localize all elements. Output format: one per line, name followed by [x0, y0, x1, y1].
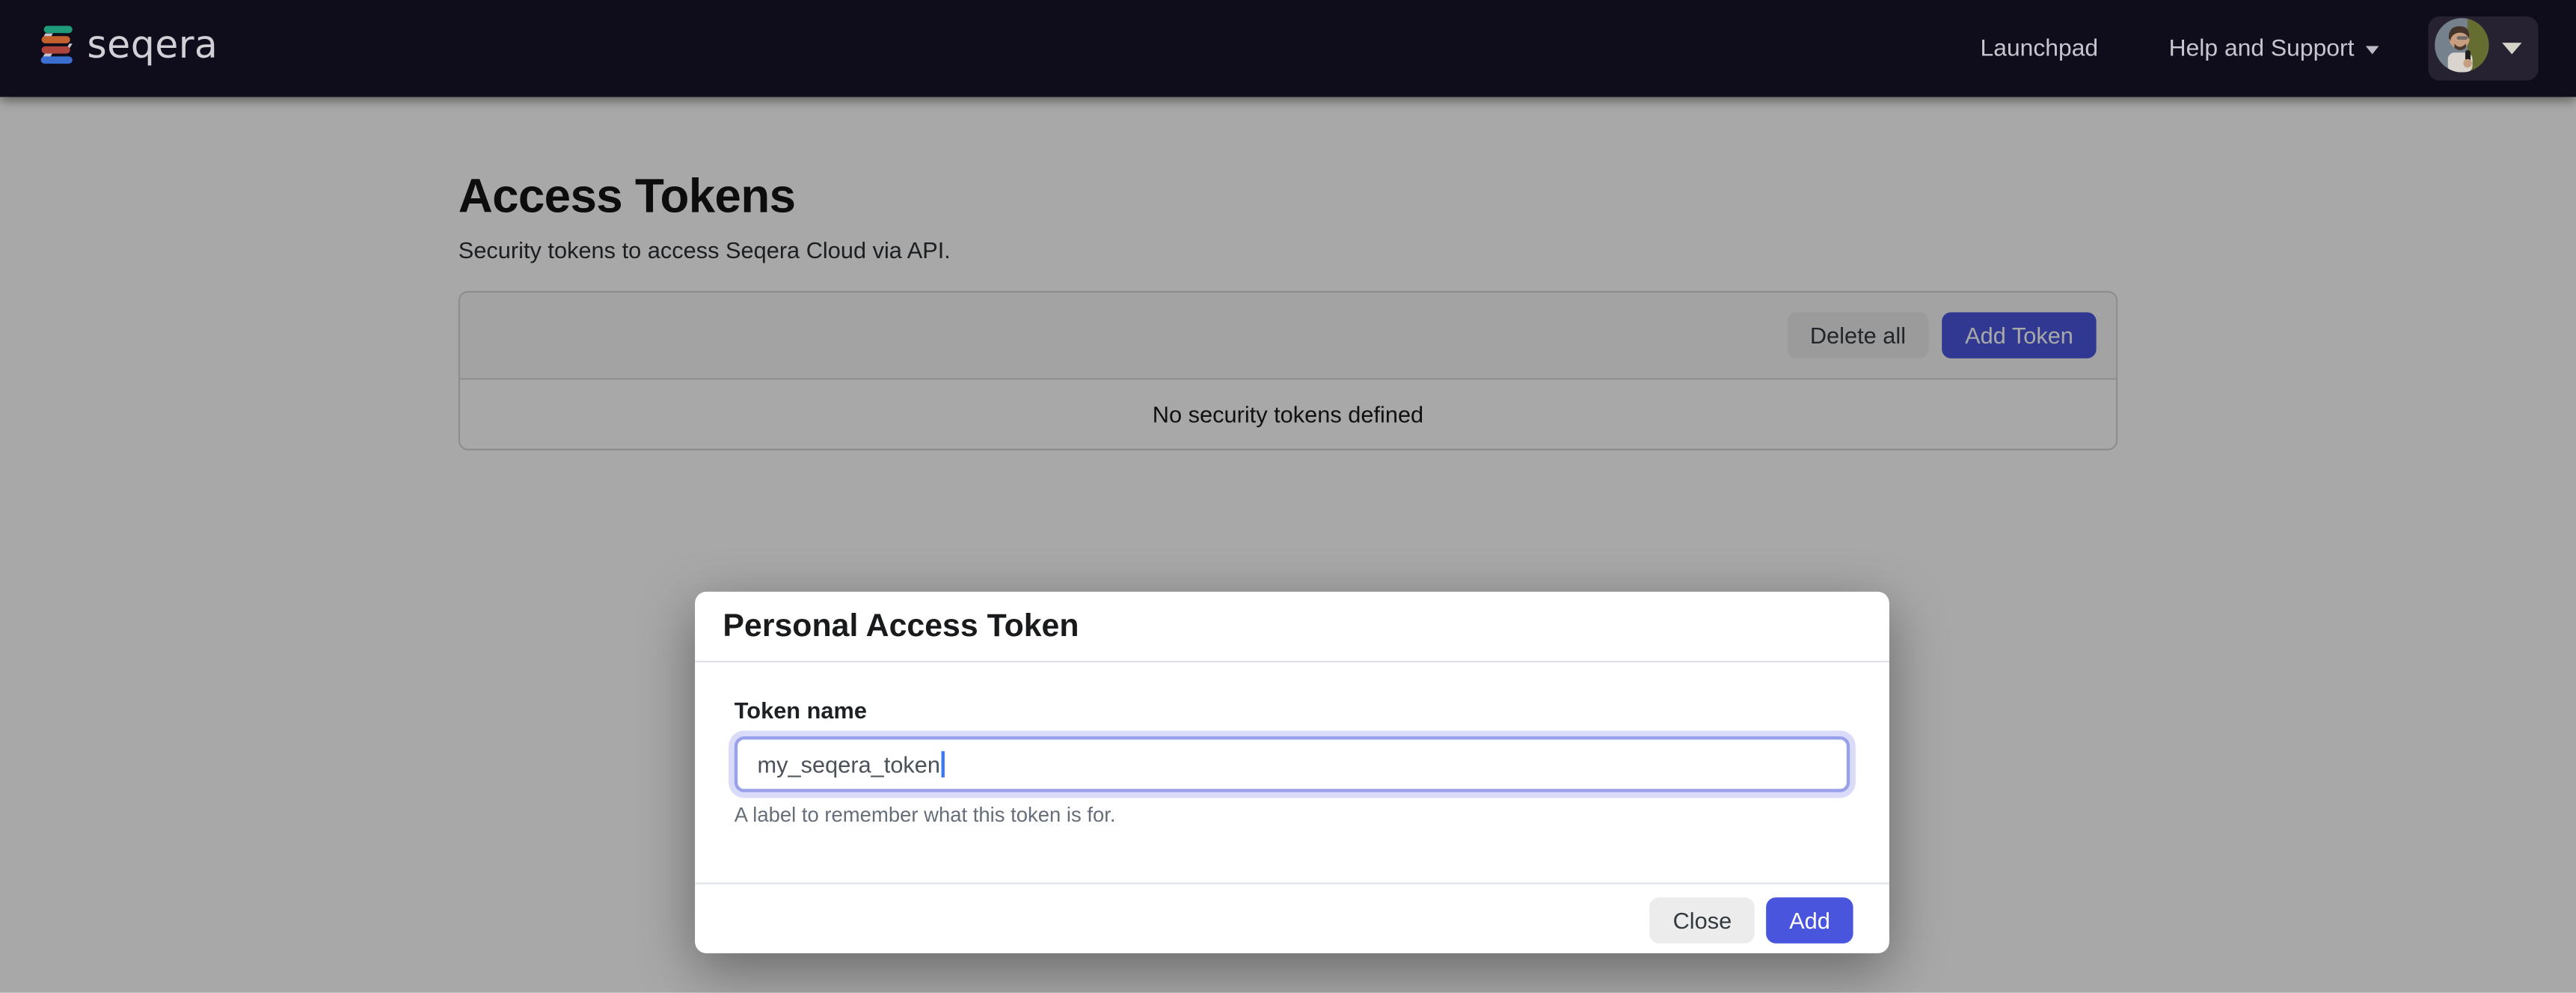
app-window: seqera Launchpad Help and Support: [0, 0, 2576, 993]
nav-link-launchpad-label: Launchpad: [1981, 35, 2099, 61]
text-cursor: [942, 751, 945, 777]
token-name-input[interactable]: my_seqera_token: [735, 736, 1850, 792]
close-button[interactable]: Close: [1650, 896, 1755, 944]
user-avatar: [2435, 17, 2488, 79]
personal-access-token-modal: Personal Access Token Token name my_seqe…: [695, 592, 1889, 953]
brand-wordmark: seqera: [87, 24, 218, 67]
navbar-right: Launchpad Help and Support: [1981, 16, 2539, 81]
token-name-help: A label to remember what this token is f…: [735, 804, 1850, 827]
seqera-logo[interactable]: seqera: [38, 23, 218, 74]
avatar-caret-down-icon: [2502, 43, 2521, 54]
modal-header: Personal Access Token: [695, 592, 1889, 662]
nav-link-launchpad[interactable]: Launchpad: [1981, 35, 2099, 61]
token-name-value: my_seqera_token: [758, 751, 940, 777]
caret-down-icon: [2366, 46, 2379, 55]
navbar: seqera Launchpad Help and Support: [0, 0, 2576, 97]
seqera-logo-icon: [38, 23, 74, 74]
modal-body: Token name my_seqera_token A label to re…: [695, 662, 1889, 882]
modal-footer: Close Add: [695, 882, 1889, 953]
nav-link-help-and-support[interactable]: Help and Support: [2169, 35, 2379, 61]
modal-title: Personal Access Token: [723, 608, 1079, 644]
add-button[interactable]: Add: [1766, 896, 1853, 944]
user-menu-button[interactable]: [2428, 16, 2538, 81]
nav-link-help-label: Help and Support: [2169, 35, 2355, 61]
token-name-label: Token name: [735, 697, 1850, 723]
